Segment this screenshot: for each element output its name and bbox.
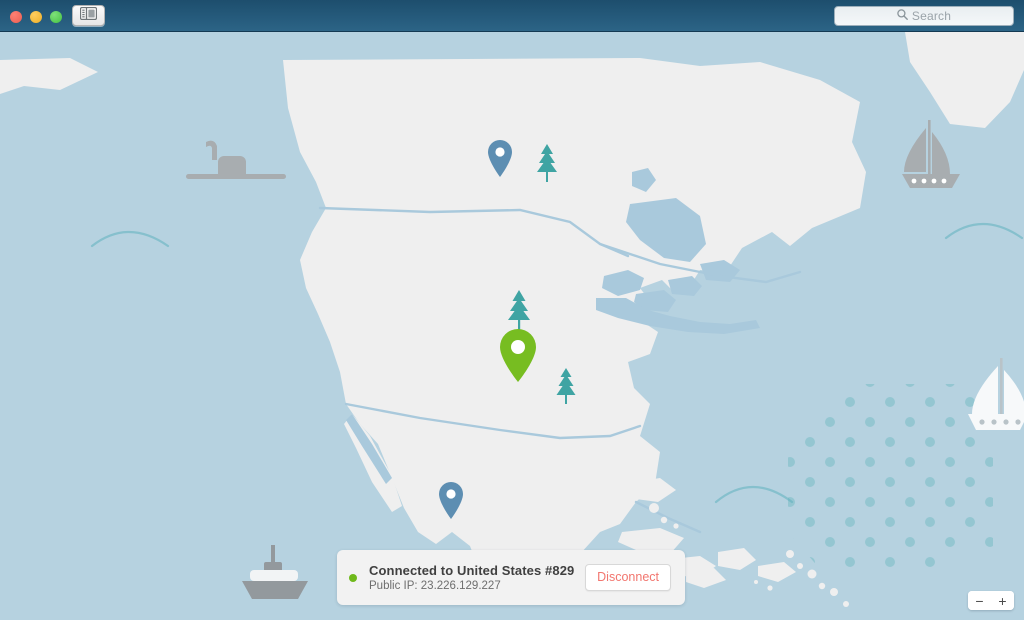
- connection-status-text: Connected to United States #829 Public I…: [369, 563, 585, 592]
- window-titlebar: Search: [0, 0, 1024, 32]
- connection-status-title: Connected to United States #829: [369, 563, 575, 578]
- server-marker-canada[interactable]: [485, 138, 515, 178]
- tree-decoration-mid: [507, 288, 531, 332]
- disconnect-button[interactable]: Disconnect: [585, 564, 671, 591]
- search-icon: [897, 7, 908, 25]
- vpn-app-window: Search Connected to United States #829 P…: [0, 0, 1024, 620]
- connection-status-panel: Connected to United States #829 Public I…: [337, 550, 685, 605]
- zoom-in-button[interactable]: +: [991, 591, 1014, 610]
- search-input[interactable]: Search: [834, 6, 1014, 26]
- close-window-button[interactable]: [10, 11, 22, 23]
- server-marker-mexico[interactable]: [436, 480, 466, 520]
- server-marker-united-states[interactable]: [496, 327, 536, 382]
- maximize-window-button[interactable]: [50, 11, 62, 23]
- sidebar-toggle-button[interactable]: [72, 5, 105, 26]
- dot-texture-patch: [788, 384, 993, 569]
- world-map[interactable]: [0, 32, 1024, 620]
- map-zoom-controls: − +: [968, 591, 1014, 610]
- sidebar-toggle-icon: [79, 6, 98, 25]
- search-placeholder: Search: [911, 9, 952, 23]
- tree-decoration-north: [536, 142, 558, 182]
- public-ip-label: Public IP: 23.226.129.227: [369, 580, 501, 592]
- minimize-window-button[interactable]: [30, 11, 42, 23]
- zoom-out-button[interactable]: −: [968, 591, 991, 610]
- tree-decoration-south: [555, 366, 577, 404]
- status-dot-connected: [349, 573, 357, 582]
